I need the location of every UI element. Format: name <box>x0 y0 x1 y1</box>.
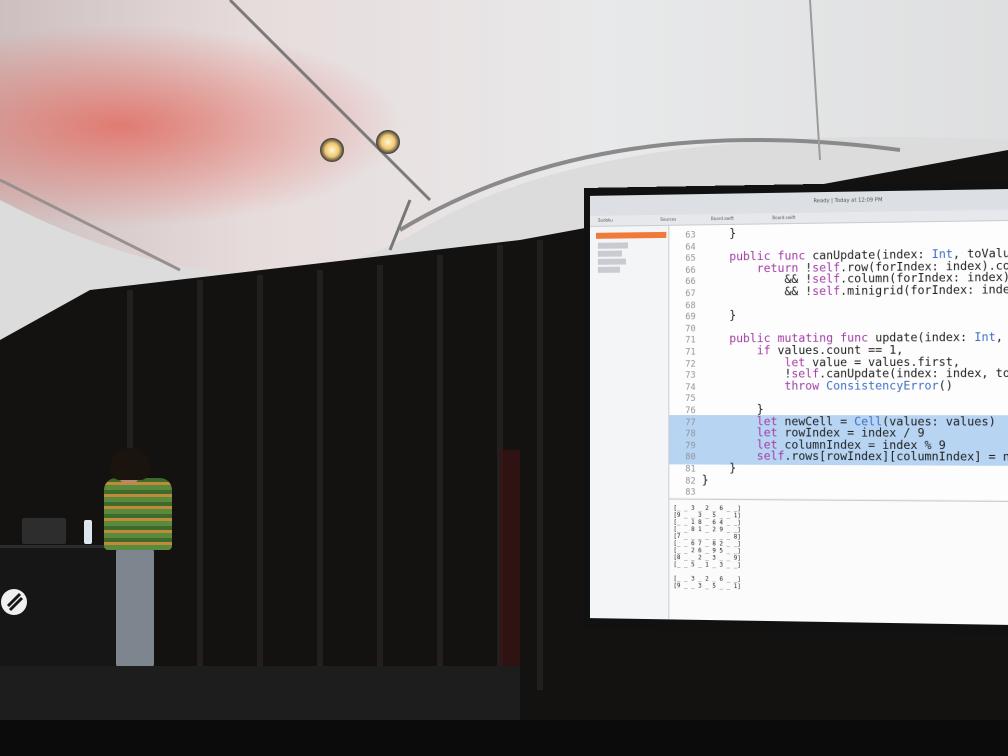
status-text: Ready | Today at 12:09 PM <box>813 197 882 204</box>
water-bottle <box>84 520 92 544</box>
tab-sources[interactable]: Sources <box>660 217 676 222</box>
console-output: [_ _ 3 _ 2 _ 6 _ _] [9 _ _ 3 _ 5 _ _ 1] … <box>673 506 740 592</box>
project-navigator <box>590 226 669 620</box>
conference-scene: Ready | Today at 12:09 PM Sudoku Sources… <box>0 0 1008 756</box>
nav-item[interactable] <box>598 259 626 265</box>
projection-screen: Ready | Today at 12:09 PM Sudoku Sources… <box>584 181 1008 636</box>
speaker-shirt <box>104 478 172 550</box>
podium-logo <box>0 582 30 622</box>
nav-item[interactable] <box>598 242 628 248</box>
debug-console: [_ _ 3 _ 2 _ 6 _ _] [9 _ _ 3 _ 5 _ _ 1] … <box>669 499 1008 626</box>
xcode-window: Ready | Today at 12:09 PM Sudoku Sources… <box>590 189 1008 625</box>
nav-item[interactable] <box>598 267 620 273</box>
nav-item[interactable] <box>598 251 622 257</box>
stage-floor <box>0 720 1008 756</box>
tab-board[interactable]: Board.swift <box>711 216 734 221</box>
speaker-hair <box>110 448 150 480</box>
selected-file[interactable] <box>596 232 666 239</box>
tab-sudoku[interactable]: Sudoku <box>598 218 613 223</box>
code-editor[interactable]: 63 } 64 65 public func canUpdate(index: In… <box>669 221 1008 500</box>
tab-board-2[interactable]: Board.swift <box>772 215 795 220</box>
laptop <box>22 518 66 544</box>
speaker-legs <box>116 548 154 668</box>
